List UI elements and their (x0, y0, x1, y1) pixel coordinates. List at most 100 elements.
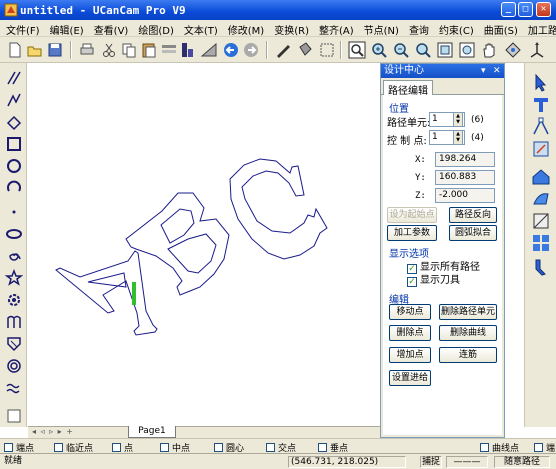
path-unit-spinner[interactable]: ▲ ▼ (453, 112, 463, 127)
undo-icon[interactable] (222, 41, 240, 59)
copy-icon[interactable] (120, 41, 138, 59)
line-tool-icon[interactable] (5, 69, 23, 87)
rotate-view-icon[interactable] (504, 41, 522, 59)
menu-draw[interactable]: 绘图(D) (132, 20, 178, 37)
tab-path-edit[interactable]: 路径编辑 (383, 80, 433, 97)
window-title: untitled - UCanCam Pro V9 (20, 4, 186, 17)
open-icon[interactable] (26, 41, 44, 59)
gear-tool-icon[interactable] (5, 291, 23, 309)
delete-path-unit-button[interactable]: 删除路径单元 (439, 304, 497, 320)
reverse-path-button[interactable]: 路径反向 (449, 207, 497, 223)
layer-icon[interactable] (160, 41, 178, 59)
menu-edit[interactable]: 编辑(E) (44, 20, 88, 37)
point-tool-icon[interactable] (5, 203, 23, 221)
save-icon[interactable] (46, 41, 64, 59)
pen-icon[interactable] (274, 41, 292, 59)
menu-constraint[interactable]: 约束(C) (433, 20, 478, 37)
cut-icon[interactable] (100, 41, 118, 59)
zoom-fit-icon[interactable] (392, 41, 410, 59)
menu-text[interactable]: 文本(T) (178, 20, 222, 37)
wave-tool-icon[interactable] (5, 379, 23, 397)
arc-fit-button[interactable]: 圆弧拟合 (449, 225, 497, 241)
menu-transform[interactable]: 变换(R) (268, 20, 313, 37)
shape-icon[interactable] (531, 189, 551, 209)
redo-icon[interactable] (242, 41, 260, 59)
rectangle-tool-icon[interactable] (5, 135, 23, 153)
menu-surface[interactable]: 曲面(S) (478, 20, 522, 37)
menu-query[interactable]: 查询 (403, 20, 433, 37)
x-value-field[interactable]: 198.264 (435, 152, 495, 167)
panel-pin-button[interactable]: ▾ (481, 64, 486, 78)
z-value-field[interactable]: -2.000 (435, 188, 495, 203)
zoom-in-icon[interactable] (348, 41, 366, 59)
menu-file[interactable]: 文件(F) (0, 20, 44, 37)
position-section-label: 位置 (389, 104, 409, 115)
polyline-tool-icon[interactable] (5, 91, 23, 109)
menu-toolpath[interactable]: 加工路径(K) (522, 20, 556, 37)
knife-tool-icon[interactable] (531, 257, 551, 277)
zoom-page-icon[interactable] (436, 41, 454, 59)
delete-point-button[interactable]: 删除点 (389, 325, 431, 341)
transform-icon[interactable] (531, 139, 551, 159)
delete-curve-button[interactable]: 删除曲线 (439, 325, 497, 341)
set-start-point-button[interactable]: 设为起始点 (387, 207, 437, 223)
circle-tool-icon[interactable] (5, 157, 23, 175)
zoom-window-icon[interactable] (414, 41, 432, 59)
minimize-button[interactable]: _ (501, 2, 516, 17)
spiral-tool-icon[interactable] (5, 247, 23, 265)
polygon-tool-icon[interactable] (5, 335, 23, 353)
bucket-icon[interactable] (296, 41, 314, 59)
grid-tool-icon[interactable] (5, 407, 23, 425)
zoom-out-icon[interactable] (370, 41, 388, 59)
move-point-button[interactable]: 移动点 (389, 304, 431, 320)
status-text: 就绪 (4, 456, 23, 466)
show-tool-row[interactable]: ✓ 显示刀具 (407, 271, 460, 287)
ellipse-tool-icon[interactable] (5, 225, 23, 243)
target-tool-icon[interactable] (5, 357, 23, 375)
paste-icon[interactable] (140, 41, 158, 59)
pan-hand-icon[interactable] (480, 41, 498, 59)
drawing-canvas[interactable] (28, 63, 380, 427)
measure-icon[interactable] (531, 235, 551, 255)
arrow-select-icon[interactable] (531, 73, 551, 93)
line-style-select[interactable]: ——— (446, 456, 488, 468)
arc-tool-icon[interactable] (5, 179, 23, 197)
machining-params-button[interactable]: 加工参数 (387, 225, 437, 241)
axis-icon[interactable] (528, 41, 546, 59)
close-button[interactable]: ✕ (536, 2, 551, 17)
bezier-tool-icon[interactable] (5, 313, 23, 331)
menu-view[interactable]: 查看(V) (88, 20, 133, 37)
star-tool-icon[interactable] (5, 269, 23, 287)
text-tool-icon[interactable] (531, 95, 551, 115)
capture-toggle[interactable]: 捕捉 (420, 456, 442, 468)
menu-bar: 文件(F) 编辑(E) 查看(V) 绘图(D) 文本(T) 修改(M) 变换(R) 整齐(A)… (0, 20, 556, 37)
control-point-spinner[interactable]: ▲ ▼ (453, 130, 463, 145)
z-label: Z: (415, 191, 426, 201)
chart-icon[interactable] (200, 41, 218, 59)
page-nav-arrows[interactable]: ◂ ◃ ▹ ▸ + (32, 427, 74, 436)
title-bar: untitled - UCanCam Pro V9 _ □ ✕ (0, 0, 556, 20)
menu-node[interactable]: 节点(N) (358, 20, 403, 37)
set-feed-button[interactable]: 设置进给 (389, 370, 431, 386)
menu-align[interactable]: 整齐(A) (313, 20, 358, 37)
zoom-previous-icon[interactable] (458, 41, 476, 59)
node-edit-icon[interactable] (531, 117, 551, 137)
tab-page1[interactable]: Page1 (128, 426, 176, 438)
curve-tool-icon[interactable] (5, 113, 23, 131)
control-point-label: 控 制 点: (387, 136, 427, 147)
new-icon[interactable] (6, 41, 24, 59)
show-tool-checkbox[interactable]: ✓ (407, 277, 417, 287)
y-value-field[interactable]: 160.883 (435, 170, 495, 185)
ruler-icon[interactable] (178, 41, 196, 59)
letter-c-outline (229, 158, 328, 260)
add-point-button[interactable]: 增加点 (389, 347, 431, 363)
path-mode-button[interactable]: 随意路径 (494, 456, 550, 468)
connect-rib-button[interactable]: 连筋 (439, 347, 497, 363)
menu-modify[interactable]: 修改(M) (222, 20, 268, 37)
panel-close-button[interactable]: ✕ (493, 64, 501, 78)
print-icon[interactable] (78, 41, 96, 59)
house-icon[interactable] (531, 167, 551, 187)
mesh-icon[interactable] (531, 211, 551, 231)
maximize-button[interactable]: □ (518, 2, 533, 17)
select-icon[interactable] (318, 41, 336, 59)
